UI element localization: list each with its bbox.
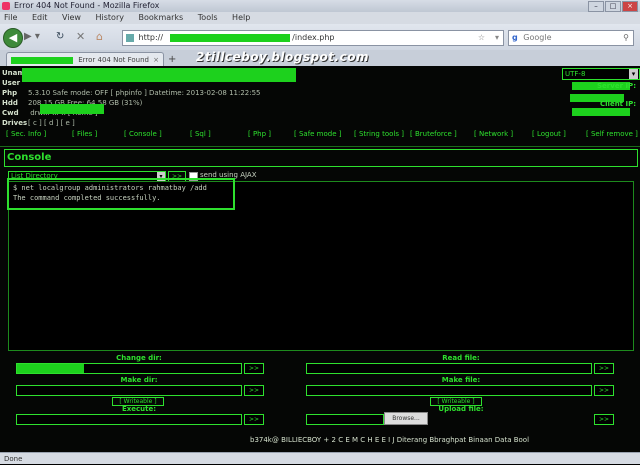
stop-icon: ✕ bbox=[76, 30, 86, 43]
maximize-button[interactable]: □ bbox=[605, 1, 621, 12]
page-content: Uname User Php 5.3.10 Safe mode: OFF [ ph… bbox=[0, 66, 640, 452]
charset-select[interactable]: UTF-8 ▾ bbox=[562, 68, 640, 80]
search-box[interactable]: g Google ⚲ bbox=[508, 30, 634, 46]
change-dir-button[interactable]: >> bbox=[244, 363, 264, 374]
nav-php[interactable]: [ Php ] bbox=[248, 130, 271, 138]
reload-icon: ↻ bbox=[56, 31, 65, 42]
nav-sql[interactable]: [ Sql ] bbox=[190, 130, 211, 138]
menu-file[interactable]: File bbox=[4, 13, 17, 22]
menu-bar: File Edit View History Bookmarks Tools H… bbox=[0, 12, 640, 24]
make-file-input[interactable] bbox=[306, 385, 592, 396]
arrow-right-icon: ▶ ▾ bbox=[24, 31, 40, 42]
navigation-toolbar: ◀ ▶ ▾ ↻ ✕ ⌂ http:// /index.php ☆ ▾ g Goo… bbox=[0, 24, 640, 51]
redacted-cwd bbox=[40, 104, 104, 114]
nav-console[interactable]: [ Console ] bbox=[124, 130, 162, 138]
change-dir-input[interactable] bbox=[16, 363, 242, 374]
stop-button[interactable]: ✕ bbox=[76, 30, 85, 43]
menu-edit[interactable]: Edit bbox=[32, 13, 48, 22]
nav-self-remove[interactable]: [ Self remove ] bbox=[586, 130, 638, 138]
search-placeholder: Google bbox=[523, 33, 552, 42]
close-window-button[interactable]: × bbox=[622, 1, 638, 12]
info-value: 5.3.10 Safe mode: OFF [ phpinfo ] Dateti… bbox=[28, 89, 261, 97]
upload-file-button[interactable]: >> bbox=[594, 414, 614, 425]
menu-bookmarks[interactable]: Bookmarks bbox=[139, 13, 184, 22]
charset-value: UTF-8 bbox=[565, 70, 586, 78]
redacted-tab-favicon bbox=[11, 56, 73, 64]
home-button[interactable]: ⌂ bbox=[96, 30, 103, 43]
info-label: Cwd bbox=[2, 109, 19, 117]
info-row: Php 5.3.10 Safe mode: OFF [ phpinfo ] Dat… bbox=[2, 88, 261, 98]
menu-help[interactable]: Help bbox=[232, 13, 250, 22]
make-dir-button[interactable]: >> bbox=[244, 385, 264, 396]
menu-history[interactable]: History bbox=[96, 13, 124, 22]
back-button[interactable]: ◀ bbox=[3, 28, 23, 48]
close-tab-icon[interactable]: × bbox=[153, 53, 159, 67]
menu-view[interactable]: View bbox=[62, 13, 81, 22]
make-file-button[interactable]: >> bbox=[594, 385, 614, 396]
forward-button[interactable]: ▶ ▾ bbox=[24, 31, 40, 42]
watermark: 2tillceboy.blogspot.com bbox=[196, 50, 369, 64]
server-ip-label: Server IP: bbox=[597, 82, 636, 90]
output-line: $ net localgroup administrators rahmatba… bbox=[13, 184, 207, 192]
redacted-change-dir-value bbox=[17, 364, 85, 373]
arrow-left-icon: ◀ bbox=[8, 31, 18, 44]
nav-bruteforce[interactable]: [ Bruteforce ] bbox=[410, 130, 457, 138]
browser-tab[interactable]: Error 404 Not Found × bbox=[6, 52, 164, 67]
nav-safe-mode[interactable]: [ Safe mode ] bbox=[294, 130, 342, 138]
bookmark-star-icon[interactable]: ☆ bbox=[478, 31, 485, 45]
google-icon: g bbox=[512, 33, 518, 42]
search-icon[interactable]: ⚲ bbox=[623, 31, 629, 45]
redacted-client-ip bbox=[572, 108, 630, 116]
site-favicon-icon bbox=[126, 33, 134, 42]
home-icon: ⌂ bbox=[96, 30, 103, 43]
make-file-label: Make file: bbox=[441, 376, 481, 384]
minimize-button[interactable]: – bbox=[588, 1, 604, 12]
window-title: Error 404 Not Found - Mozilla Firefox bbox=[14, 1, 160, 10]
make-dir-label: Make dir: bbox=[120, 376, 158, 384]
execute-input[interactable] bbox=[16, 414, 242, 425]
read-file-input[interactable] bbox=[306, 363, 592, 374]
console-title: Console bbox=[4, 149, 638, 167]
shell-nav: [ Sec. Info ] [ Files ] [ Console ] [ Sq… bbox=[0, 126, 640, 142]
make-dir-input[interactable] bbox=[16, 385, 242, 396]
info-label: Hdd bbox=[2, 99, 18, 107]
url-text: http:// bbox=[138, 33, 164, 42]
firefox-icon bbox=[2, 2, 10, 10]
execute-button[interactable]: >> bbox=[244, 414, 264, 425]
execute-label: Execute: bbox=[121, 405, 157, 413]
browse-button[interactable]: Browse... bbox=[384, 412, 428, 425]
output-line: The command completed successfully. bbox=[13, 194, 161, 202]
chevron-down-icon: ▾ bbox=[629, 69, 638, 79]
status-bar: Done bbox=[0, 452, 640, 464]
redacted-url bbox=[169, 33, 290, 42]
dropdown-arrow-icon[interactable]: ▾ bbox=[495, 31, 499, 45]
divider bbox=[0, 146, 640, 147]
console-output[interactable]: $ net localgroup administrators rahmatba… bbox=[7, 178, 634, 351]
info-label: Php bbox=[2, 89, 18, 97]
menu-tools[interactable]: Tools bbox=[198, 13, 218, 22]
shell-footer: b374k@ BILLIECBOY + 2 C E M C H E E I J … bbox=[250, 436, 530, 444]
nav-files[interactable]: [ Files ] bbox=[72, 130, 97, 138]
change-dir-label: Change dir: bbox=[116, 354, 162, 362]
client-ip-label: Client IP: bbox=[600, 100, 636, 108]
read-file-label: Read file: bbox=[442, 354, 480, 362]
upload-file-input[interactable] bbox=[306, 414, 384, 425]
redacted-uname bbox=[22, 68, 296, 82]
nav-network[interactable]: [ Network ] bbox=[474, 130, 513, 138]
window-titlebar: Error 404 Not Found - Mozilla Firefox – … bbox=[0, 0, 640, 12]
tab-label: Error 404 Not Found bbox=[78, 56, 149, 64]
nav-sec-info[interactable]: [ Sec. Info ] bbox=[6, 130, 46, 138]
reload-button[interactable]: ↻ bbox=[56, 31, 64, 42]
nav-string-tools[interactable]: [ String tools ] bbox=[354, 130, 404, 138]
url-bar[interactable]: http:// /index.php ☆ ▾ bbox=[122, 30, 504, 46]
new-tab-icon[interactable]: + bbox=[168, 54, 176, 65]
upload-file-label: Upload file: bbox=[438, 405, 484, 413]
nav-logout[interactable]: [ Logout ] bbox=[532, 130, 566, 138]
read-file-button[interactable]: >> bbox=[594, 363, 614, 374]
window-controls: – □ × bbox=[588, 1, 638, 12]
url-suffix: /index.php bbox=[292, 33, 335, 42]
